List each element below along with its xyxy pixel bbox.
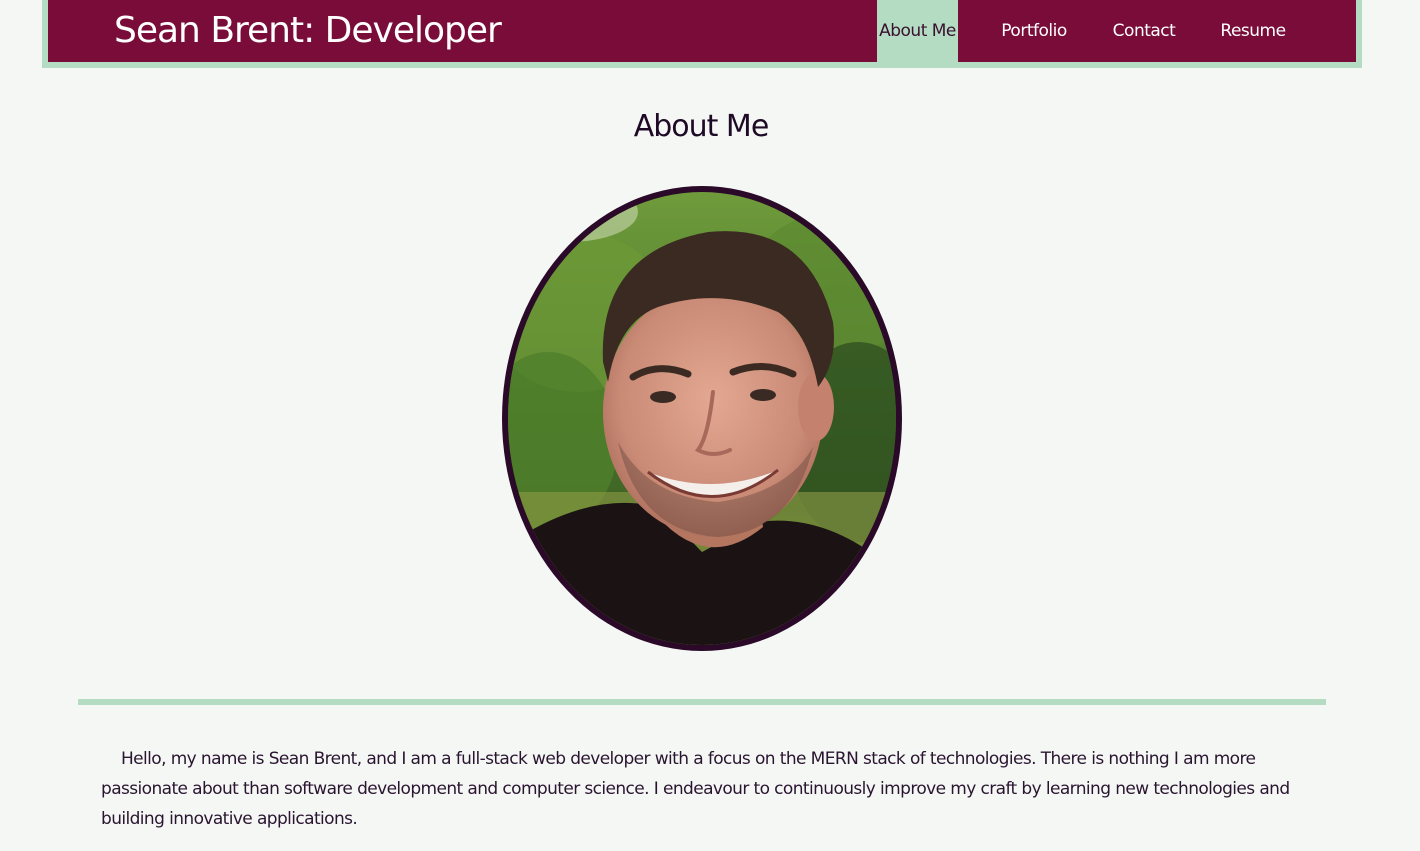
section-divider [78,699,1326,705]
nav-item-about-me[interactable]: About Me [877,0,958,62]
profile-photo-frame [502,186,902,651]
nav-item-contact[interactable]: Contact [1110,0,1178,62]
page: Sean Brent: Developer About Me Portfolio… [0,0,1420,851]
nav-item-portfolio[interactable]: Portfolio [958,0,1110,62]
portrait-image [508,192,896,645]
main-nav: About Me Portfolio Contact Resume [877,0,1328,62]
section-heading: About Me [633,109,770,144]
site-title: Sean Brent: Developer [114,10,502,51]
nav-item-resume[interactable]: Resume [1178,0,1328,62]
bio-paragraph: Hello, my name is Sean Brent, and I am a… [101,749,1290,829]
profile-photo [508,192,896,645]
